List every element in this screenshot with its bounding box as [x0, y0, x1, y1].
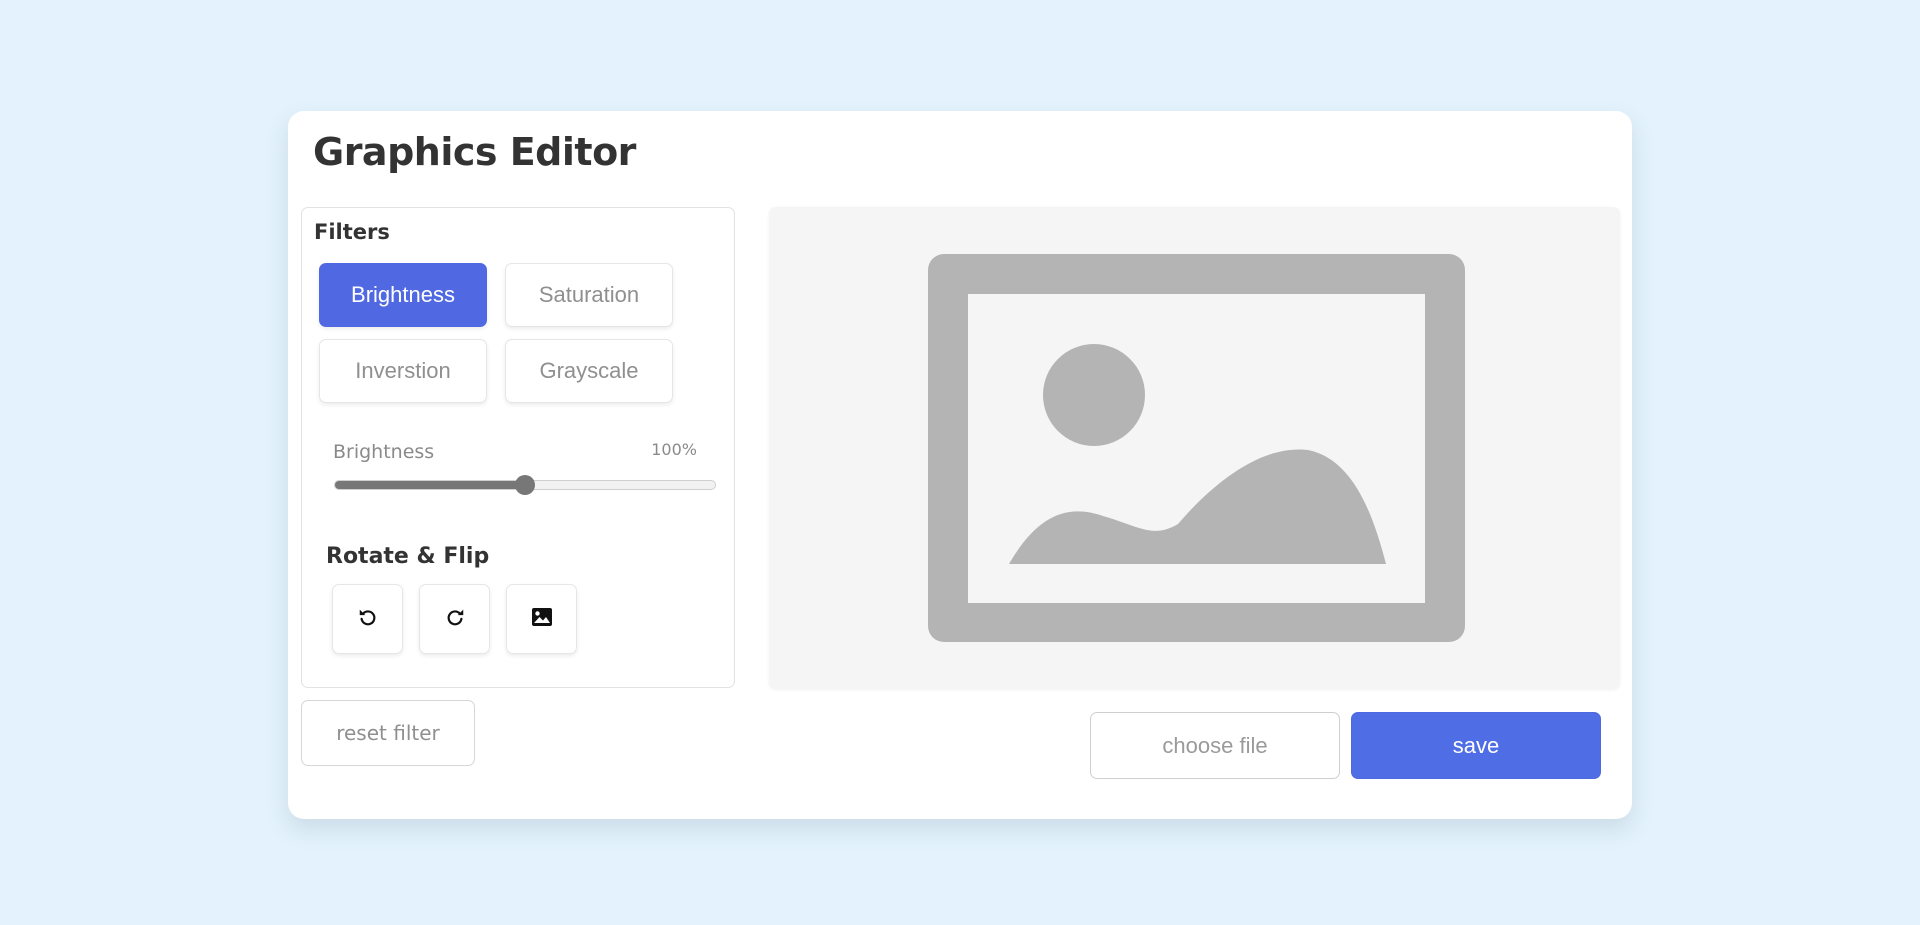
- controls-panel: Filters Brightness Saturation Inverstion…: [301, 207, 735, 688]
- image-preview: [769, 207, 1620, 689]
- rotate-left-icon: [357, 606, 379, 632]
- save-button[interactable]: save: [1351, 712, 1601, 779]
- slider-value: 100%: [651, 440, 697, 459]
- rotate-right-button[interactable]: [419, 584, 490, 654]
- filter-brightness-button[interactable]: Brightness: [319, 263, 487, 327]
- reset-filter-button[interactable]: reset filter: [301, 700, 475, 766]
- image-placeholder-icon: [928, 254, 1465, 646]
- editor-card: Graphics Editor Filters Brightness Satur…: [288, 111, 1632, 819]
- flip-image-button[interactable]: [506, 584, 577, 654]
- filter-inversion-button[interactable]: Inverstion: [319, 339, 487, 403]
- filters-heading: Filters: [314, 220, 390, 244]
- brightness-slider[interactable]: [334, 475, 716, 495]
- rotate-flip-heading: Rotate & Flip: [326, 544, 490, 569]
- filter-saturation-button[interactable]: Saturation: [505, 263, 673, 327]
- choose-file-button[interactable]: choose file: [1090, 712, 1340, 779]
- rotate-right-icon: [444, 606, 466, 632]
- image-flip-icon: [531, 607, 553, 631]
- slider-fill: [335, 481, 525, 489]
- filter-grayscale-button[interactable]: Grayscale: [505, 339, 673, 403]
- rotate-left-button[interactable]: [332, 584, 403, 654]
- page-title: Graphics Editor: [313, 130, 636, 174]
- slider-label: Brightness: [333, 441, 435, 463]
- slider-thumb[interactable]: [515, 475, 535, 495]
